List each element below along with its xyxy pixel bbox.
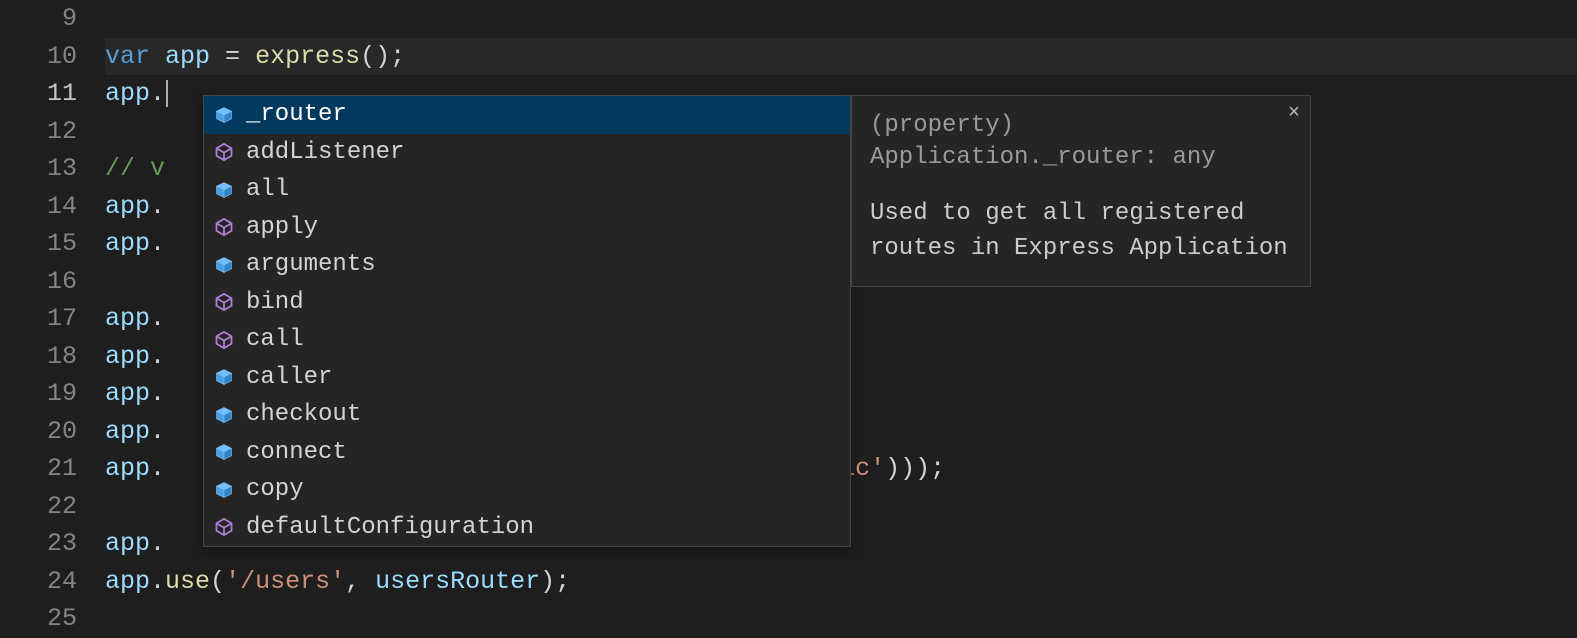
field-icon bbox=[214, 105, 234, 125]
code-line: app.use('/users', usersRouter); bbox=[105, 563, 1577, 601]
intellisense-details-pane: × (property) Application._router: any Us… bbox=[851, 95, 1311, 287]
code-line: var app = express(); bbox=[105, 38, 1577, 76]
code-line bbox=[105, 0, 1577, 38]
field-icon bbox=[214, 405, 234, 425]
close-icon[interactable]: × bbox=[1288, 102, 1300, 125]
suggestion-item[interactable]: all bbox=[204, 171, 850, 209]
suggestion-label: all bbox=[246, 176, 289, 203]
suggestion-label: checkout bbox=[246, 401, 361, 428]
line-number: 9 bbox=[0, 0, 77, 38]
suggestion-label: call bbox=[246, 326, 304, 353]
suggestion-item[interactable]: connect bbox=[204, 434, 850, 472]
suggestion-label: bind bbox=[246, 289, 304, 316]
line-number: 10 bbox=[0, 38, 77, 76]
line-number: 14 bbox=[0, 188, 77, 226]
suggestion-item[interactable]: checkout bbox=[204, 396, 850, 434]
line-number: 18 bbox=[0, 338, 77, 376]
line-number: 20 bbox=[0, 413, 77, 451]
method-icon bbox=[214, 217, 234, 237]
suggestion-label: caller bbox=[246, 364, 332, 391]
suggestion-signature: (property) Application._router: any bbox=[870, 110, 1292, 175]
suggestion-item[interactable]: _router bbox=[204, 96, 850, 134]
line-number: 16 bbox=[0, 263, 77, 301]
method-icon bbox=[214, 517, 234, 537]
intellisense-suggest-widget[interactable]: _router addListener all apply arguments bind c… bbox=[203, 95, 851, 547]
suggestion-documentation: Used to get all registered routes in Exp… bbox=[870, 197, 1292, 267]
suggestion-label: addListener bbox=[246, 139, 404, 166]
field-icon bbox=[214, 367, 234, 387]
field-icon bbox=[214, 480, 234, 500]
line-number-gutter: 910111213141516171819202122232425 bbox=[0, 0, 105, 638]
suggestion-item[interactable]: copy bbox=[204, 471, 850, 509]
code-line bbox=[105, 600, 1577, 638]
line-number: 17 bbox=[0, 300, 77, 338]
suggestion-item[interactable]: defaultConfiguration bbox=[204, 509, 850, 547]
text-cursor bbox=[166, 80, 168, 107]
line-number: 12 bbox=[0, 113, 77, 151]
suggestion-label: _router bbox=[246, 101, 347, 128]
line-number: 22 bbox=[0, 488, 77, 526]
suggestion-item[interactable]: addListener bbox=[204, 134, 850, 172]
method-icon bbox=[214, 330, 234, 350]
line-number: 23 bbox=[0, 525, 77, 563]
line-number: 19 bbox=[0, 375, 77, 413]
suggestion-label: connect bbox=[246, 439, 347, 466]
line-number: 25 bbox=[0, 600, 77, 638]
line-number: 15 bbox=[0, 225, 77, 263]
suggestion-item[interactable]: call bbox=[204, 321, 850, 359]
suggestion-item[interactable]: apply bbox=[204, 209, 850, 247]
line-number: 11 bbox=[0, 75, 77, 113]
line-number: 13 bbox=[0, 150, 77, 188]
field-icon bbox=[214, 442, 234, 462]
line-number: 21 bbox=[0, 450, 77, 488]
field-icon bbox=[214, 255, 234, 275]
suggestion-label: copy bbox=[246, 476, 304, 503]
field-icon bbox=[214, 180, 234, 200]
line-number: 24 bbox=[0, 563, 77, 601]
suggestion-label: apply bbox=[246, 214, 318, 241]
suggestion-item[interactable]: arguments bbox=[204, 246, 850, 284]
suggestion-item[interactable]: caller bbox=[204, 359, 850, 397]
suggestion-item[interactable]: bind bbox=[204, 284, 850, 322]
suggestion-label: arguments bbox=[246, 251, 376, 278]
method-icon bbox=[214, 292, 234, 312]
method-icon bbox=[214, 142, 234, 162]
suggestion-label: defaultConfiguration bbox=[246, 514, 534, 541]
